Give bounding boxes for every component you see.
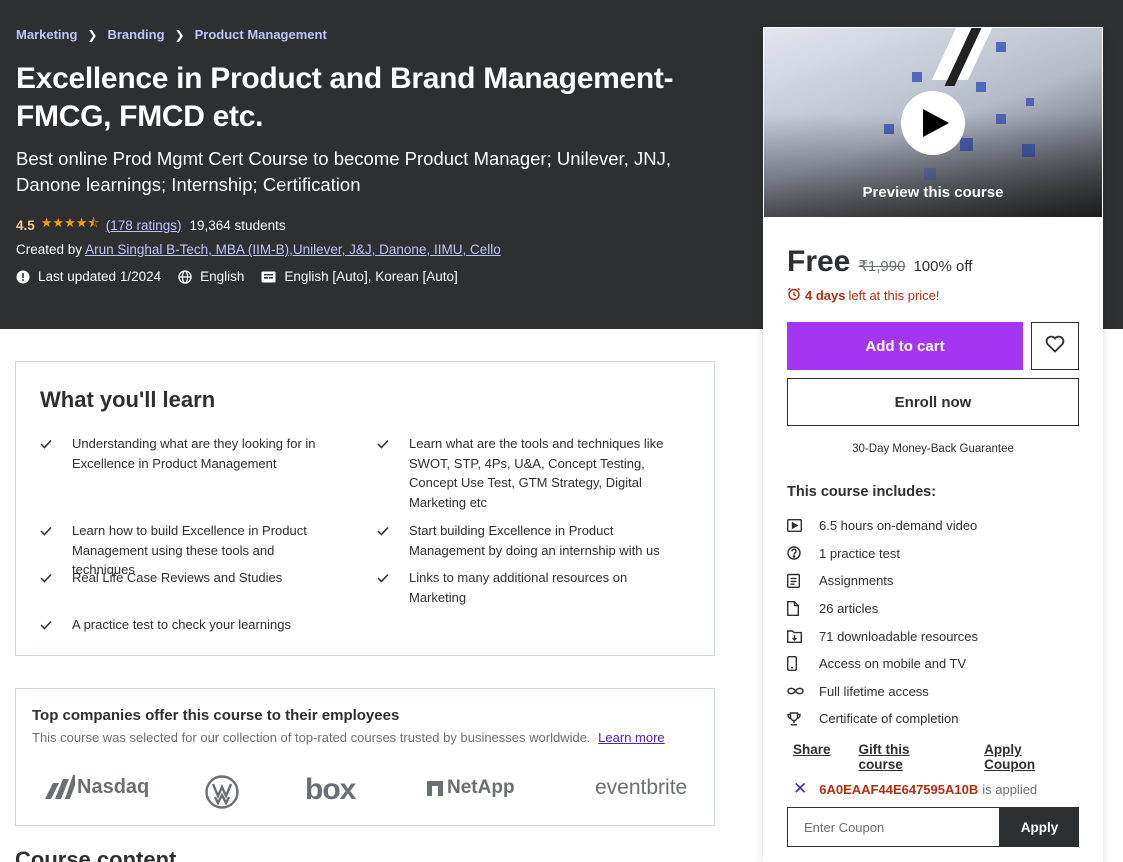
price-timer: 4 days left at this price! bbox=[787, 287, 940, 304]
check-icon bbox=[40, 568, 72, 589]
enroll-now-button[interactable]: Enroll now bbox=[787, 378, 1079, 426]
language: English bbox=[178, 269, 244, 284]
alert-badge-icon bbox=[16, 270, 30, 284]
volkswagen-logo bbox=[205, 775, 239, 809]
check-icon bbox=[377, 568, 409, 607]
assignment-icon bbox=[787, 573, 819, 589]
check-icon bbox=[40, 434, 72, 473]
created-by: Created by Arun Singhal B-Tech, MBA (IIM… bbox=[16, 242, 501, 257]
include-item: 1 practice test bbox=[787, 540, 1087, 568]
course-meta: Last updated 1/2024 English English [Aut… bbox=[16, 269, 475, 284]
timer-days: 4 days bbox=[805, 288, 846, 303]
play-icon[interactable] bbox=[901, 91, 965, 155]
learn-title: What you'll learn bbox=[40, 387, 216, 412]
breadcrumb-item-product-management[interactable]: Product Management bbox=[195, 27, 327, 42]
gift-course-link[interactable]: Gift this course bbox=[859, 742, 957, 772]
rating-summary: 4.5 ★★★★⯪ (178 ratings) 19,364 students bbox=[16, 214, 286, 236]
include-item: Assignments bbox=[787, 567, 1087, 595]
discount-percent: 100% off bbox=[913, 258, 973, 275]
star-rating-icon: ★★★★⯪ bbox=[40, 215, 100, 230]
last-updated-text: Last updated 1/2024 bbox=[38, 269, 162, 284]
globe-icon bbox=[178, 269, 192, 284]
breadcrumb-item-branding[interactable]: Branding bbox=[107, 27, 164, 42]
netapp-logo: NetApp bbox=[427, 777, 515, 799]
price: Free ₹1,990 100% off bbox=[787, 245, 972, 279]
trophy-icon bbox=[787, 712, 819, 726]
apply-coupon-link[interactable]: Apply Coupon bbox=[984, 742, 1075, 772]
coupon-apply-button[interactable]: Apply bbox=[1000, 807, 1079, 847]
infinity-icon bbox=[787, 686, 819, 696]
timer-suffix: left at this price! bbox=[848, 288, 940, 303]
sidebar-links: Share Gift this course Apply Coupon bbox=[793, 742, 1103, 772]
learn-item: A practice test to check your learnings bbox=[40, 615, 330, 636]
include-item: 6.5 hours on-demand video bbox=[787, 512, 1087, 540]
eventbrite-logo: eventbrite bbox=[595, 776, 688, 799]
course-content-title: Course content bbox=[15, 847, 177, 862]
companies-title: Top companies offer this course to their… bbox=[32, 707, 400, 724]
check-icon bbox=[40, 615, 72, 636]
alarm-clock-icon bbox=[787, 287, 801, 304]
remove-coupon-icon[interactable]: ✕ bbox=[793, 779, 807, 799]
wishlist-button[interactable] bbox=[1031, 322, 1079, 370]
breadcrumb-item-marketing[interactable]: Marketing bbox=[16, 27, 77, 42]
file-icon bbox=[787, 601, 819, 617]
captions: English [Auto], Korean [Auto] bbox=[261, 269, 458, 284]
learn-item: Real Life Case Reviews and Studies bbox=[40, 568, 330, 589]
purchase-sidebar: Preview this course Free ₹1,990 100% off… bbox=[763, 27, 1103, 862]
include-item: 71 downloadable resources bbox=[787, 622, 1087, 650]
include-item: Access on mobile and TV bbox=[787, 650, 1087, 678]
preview-label: Preview this course bbox=[862, 184, 1004, 201]
last-updated: Last updated 1/2024 bbox=[16, 269, 161, 284]
ratings-count-link[interactable]: (178 ratings) bbox=[106, 218, 182, 233]
learn-item: Start building Excellence in Product Man… bbox=[377, 521, 667, 560]
captions-text: English [Auto], Korean [Auto] bbox=[284, 269, 458, 284]
include-item: Full lifetime access bbox=[787, 678, 1087, 706]
students-count: 19,364 students bbox=[189, 217, 286, 233]
nasdaq-logo: Nasdaq bbox=[45, 775, 149, 799]
breadcrumb: Marketing ❯ Branding ❯ Product Managemen… bbox=[16, 27, 327, 42]
question-icon bbox=[787, 546, 819, 561]
learn-more-link[interactable]: Learn more bbox=[598, 730, 664, 745]
box-logo: box bbox=[305, 773, 356, 806]
course-subtitle: Best online Prod Mgmt Cert Course to bec… bbox=[16, 148, 671, 195]
mobile-icon bbox=[787, 656, 819, 672]
companies-description: This course was selected for our collect… bbox=[32, 730, 665, 745]
original-price: ₹1,990 bbox=[858, 258, 906, 275]
course-title: Excellence in Product and Brand Manageme… bbox=[16, 62, 674, 133]
coupon-code: 6A0EAAF44E647595A10B bbox=[819, 781, 979, 797]
course-preview[interactable]: Preview this course bbox=[764, 28, 1102, 217]
folder-download-icon bbox=[787, 629, 819, 643]
learn-item: Learn what are the tools and techniques … bbox=[377, 434, 667, 512]
top-companies: Top companies offer this course to their… bbox=[15, 688, 715, 826]
language-text: English bbox=[200, 269, 245, 284]
heart-icon bbox=[1045, 335, 1065, 358]
current-price: Free bbox=[787, 245, 851, 278]
include-item: Certificate of completion bbox=[787, 705, 1087, 733]
chevron-right-icon: ❯ bbox=[87, 27, 98, 42]
includes-list: 6.5 hours on-demand video 1 practice tes… bbox=[787, 512, 1087, 733]
check-icon bbox=[377, 434, 409, 512]
coupon-form: Apply bbox=[787, 807, 1079, 847]
check-icon bbox=[377, 521, 409, 560]
coupon-applied-text: is applied bbox=[982, 781, 1038, 797]
video-icon bbox=[787, 519, 819, 533]
closed-captions-icon bbox=[261, 271, 276, 283]
include-item: 26 articles bbox=[787, 595, 1087, 623]
applied-coupon: ✕ 6A0EAAF44E647595A10B is applied bbox=[793, 779, 1037, 799]
what-youll-learn: What you'll learn Understanding what are… bbox=[15, 361, 715, 656]
created-by-label: Created by bbox=[16, 242, 83, 257]
rating-value: 4.5 bbox=[16, 217, 35, 233]
learn-item: Links to many additional resources on Ma… bbox=[377, 568, 667, 607]
coupon-input[interactable] bbox=[787, 807, 1000, 847]
learn-item: Understanding what are they looking for … bbox=[40, 434, 330, 473]
instructor-link[interactable]: Arun Singhal B-Tech, MBA (IIM-B),Unileve… bbox=[85, 242, 501, 257]
add-to-cart-button[interactable]: Add to cart bbox=[787, 322, 1023, 370]
money-back-guarantee: 30-Day Money-Back Guarantee bbox=[852, 443, 1014, 455]
chevron-right-icon: ❯ bbox=[174, 27, 185, 42]
share-link[interactable]: Share bbox=[793, 742, 831, 772]
includes-title: This course includes: bbox=[787, 484, 937, 500]
